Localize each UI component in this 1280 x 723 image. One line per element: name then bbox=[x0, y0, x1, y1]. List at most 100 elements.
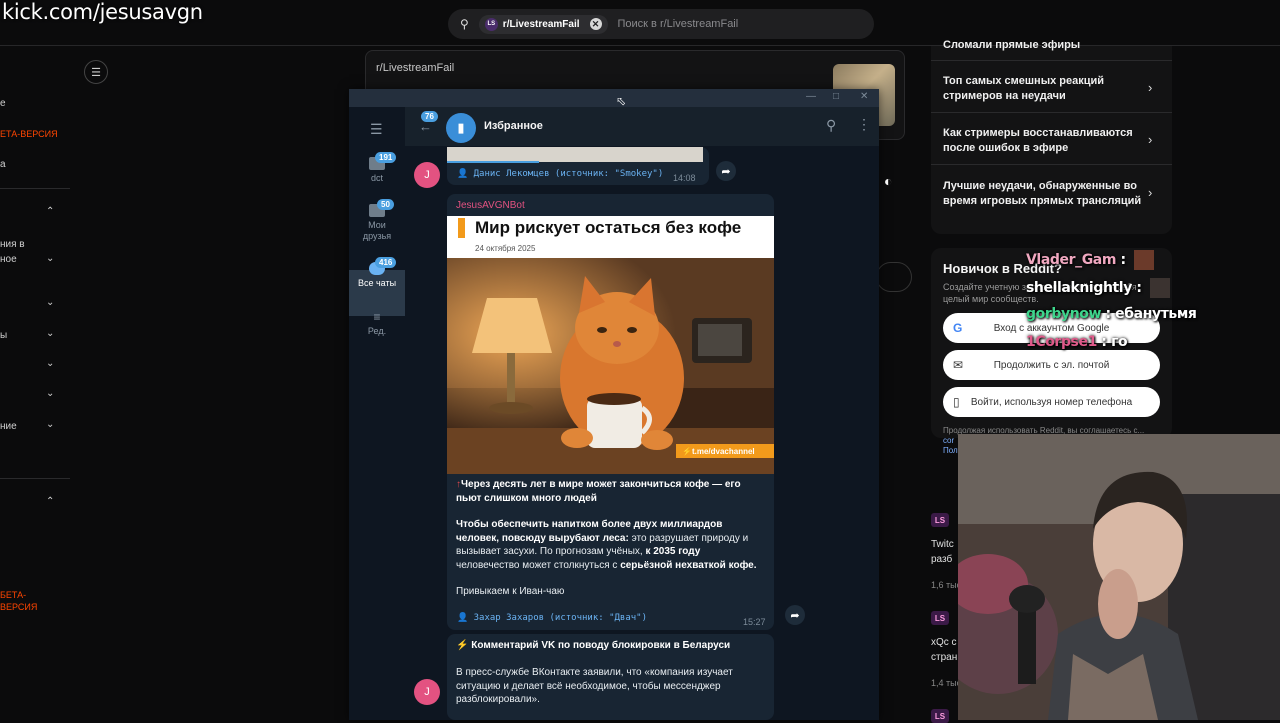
more-vertical-icon[interactable]: ⋮ bbox=[857, 116, 871, 133]
menu-icon[interactable]: ☰ bbox=[370, 121, 383, 138]
cat-coffee-illustration bbox=[447, 258, 774, 474]
chat-text: го bbox=[1111, 334, 1128, 350]
chevron-down-icon[interactable]: ⌄ bbox=[46, 328, 54, 339]
minimize-icon[interactable]: — bbox=[806, 91, 816, 102]
chat-message: 1Corpse1 : го bbox=[1026, 334, 1128, 350]
subreddit-badge[interactable]: LS bbox=[931, 513, 949, 527]
sliders-icon: ≡ bbox=[373, 310, 381, 324]
emote-icon bbox=[1150, 278, 1171, 298]
related-item[interactable]: Топ самых смешных реакций стримеров на н… bbox=[943, 74, 1143, 104]
close-icon[interactable]: ✕ bbox=[589, 18, 602, 30]
message-image-bottom bbox=[447, 147, 703, 162]
chevron-right-icon[interactable]: › bbox=[1148, 80, 1152, 95]
forward-signature: 👤 Захар Захаров (источник: "Двач") bbox=[457, 613, 648, 623]
sidebar-item[interactable]: ние bbox=[0, 421, 17, 432]
lightning-icon: ⚡ bbox=[456, 640, 469, 651]
folder-label: dct bbox=[370, 173, 383, 183]
folder-friends[interactable]: Мои друзья 50 bbox=[353, 199, 401, 242]
chevron-down-icon[interactable]: ⌄ bbox=[46, 253, 54, 264]
chat-message: gorbynow : ебанутьмя bbox=[1026, 306, 1197, 322]
related-item[interactable]: Лучшие неудачи, обнаруженные во время иг… bbox=[943, 179, 1143, 209]
message-paragraph: ⚡ Комментарий VK по поводу блокировки в … bbox=[456, 639, 761, 653]
maximize-icon[interactable]: □ bbox=[833, 91, 839, 102]
chevron-right-icon[interactable]: › bbox=[1148, 132, 1152, 147]
feed-post-title[interactable]: разб bbox=[931, 552, 952, 567]
related-item[interactable]: Как стримеры восстанавливаются после оши… bbox=[943, 126, 1143, 156]
related-item[interactable]: Сломали прямые эфиры bbox=[943, 38, 1143, 53]
sidebar-item[interactable]: е bbox=[0, 98, 6, 109]
chevron-up-icon[interactable]: ⌃ bbox=[46, 496, 54, 507]
forward-signature: 👤 Данис Лекомцев (источник: "Smokey") bbox=[457, 169, 664, 179]
phone-login-button[interactable]: ▯ Войти, используя номер телефона bbox=[943, 387, 1160, 417]
email-login-label: Продолжить с эл. почтой bbox=[993, 359, 1110, 371]
sidebar-item[interactable]: ное bbox=[0, 254, 17, 265]
media-progress bbox=[447, 161, 539, 163]
message-text: человечество может столкнуться с bbox=[456, 559, 621, 571]
sender-name[interactable]: JesusAVGNBot bbox=[456, 200, 525, 211]
collapse-sidebar-button[interactable]: ☰ bbox=[84, 60, 108, 84]
sidebar-beta-label: БЕТА- bbox=[0, 590, 27, 600]
chevron-up-icon[interactable]: ⌃ bbox=[46, 206, 54, 217]
folder-label: Все чаты bbox=[357, 278, 397, 288]
news-title: Мир рискует остаться без кофе bbox=[475, 218, 742, 237]
folders-rail: ☰ dct 191 Мои друзья 50 Все чаты 416 ≡ Р… bbox=[349, 107, 405, 720]
bookmark-icon[interactable]: ▮ bbox=[446, 113, 476, 143]
google-icon: G bbox=[953, 321, 963, 335]
sidebar-item[interactable]: ы bbox=[0, 330, 7, 341]
divider bbox=[0, 188, 70, 189]
message-paragraph: ↑Через десять лет в мире может закончить… bbox=[456, 478, 756, 505]
emote-icon bbox=[1134, 250, 1155, 270]
divider bbox=[0, 478, 70, 479]
chat-header: ← 76 ▮ Избранное ⚲ ⋮ bbox=[405, 107, 879, 147]
unread-badge: 50 bbox=[377, 199, 394, 210]
sidebar-beta-label: ЕТА-ВЕРСИЯ bbox=[0, 129, 58, 139]
chevron-down-icon[interactable]: ⌄ bbox=[46, 358, 54, 369]
sidebar-item[interactable]: ния в bbox=[0, 239, 25, 250]
divider bbox=[931, 164, 1172, 165]
sidebar-beta-label: ВЕРСИЯ bbox=[0, 602, 38, 612]
chevron-down-icon[interactable]: ⌄ bbox=[46, 388, 54, 399]
message-bold: серьёзной нехваткой кофе. bbox=[620, 559, 757, 571]
chat-message: shellaknightly : bbox=[1026, 278, 1171, 298]
volume-icon[interactable]: ◐ bbox=[884, 173, 892, 189]
sender-avatar[interactable]: J bbox=[414, 162, 440, 188]
feed-post-title[interactable]: Twitc bbox=[931, 537, 954, 552]
close-icon[interactable]: ✕ bbox=[860, 91, 868, 102]
forward-icon[interactable]: ➦ bbox=[716, 161, 736, 181]
message-bold: Комментарий VK по поводу блокировки в Бе… bbox=[471, 640, 731, 651]
chevron-down-icon[interactable]: ⌄ bbox=[46, 297, 54, 308]
folder-label: Мои друзья bbox=[362, 220, 392, 241]
feed-post-title[interactable]: стран bbox=[931, 650, 957, 665]
divider bbox=[931, 112, 1172, 113]
chat-username: shellaknightly bbox=[1026, 280, 1132, 296]
divider bbox=[931, 60, 1172, 61]
folder-edit[interactable]: ≡ Ред. bbox=[353, 310, 401, 336]
subreddit-badge[interactable]: LS bbox=[931, 709, 949, 723]
post-subreddit[interactable]: r/LivestreamFail bbox=[376, 62, 454, 74]
feed-post-title[interactable]: xQc c bbox=[931, 635, 957, 650]
window-titlebar[interactable]: — □ ✕ bbox=[349, 89, 879, 107]
search-input[interactable]: Поиск в r/LivestreamFail bbox=[618, 18, 739, 30]
sender-avatar[interactable]: J bbox=[414, 679, 440, 705]
message-time: 15:27 bbox=[743, 617, 766, 627]
reddit-search-bar[interactable]: ⚲ LS r/LivestreamFail ✕ Поиск в r/Livest… bbox=[448, 9, 874, 39]
chat-username: gorbynow bbox=[1026, 306, 1102, 322]
folder-all-chats[interactable]: Все чаты 416 bbox=[353, 257, 401, 288]
forward-icon[interactable]: ➦ bbox=[785, 605, 805, 625]
unread-badge: 76 bbox=[421, 111, 438, 122]
subreddit-chip[interactable]: LS r/LivestreamFail ✕ bbox=[478, 14, 608, 34]
subreddit-icon: LS bbox=[484, 17, 498, 31]
chevron-right-icon[interactable]: › bbox=[1148, 185, 1152, 200]
chat-title[interactable]: Избранное bbox=[484, 120, 543, 132]
feed-post-meta: 1,6 тыс bbox=[931, 580, 962, 590]
news-date: 24 октября 2025 bbox=[475, 244, 536, 253]
search-icon[interactable]: ⚲ bbox=[826, 117, 836, 134]
share-button[interactable] bbox=[876, 262, 912, 292]
sidebar-item[interactable]: а bbox=[0, 159, 6, 170]
chat-message: Vlader_Gam : bbox=[1026, 250, 1155, 270]
folder-dct[interactable]: dct 191 bbox=[353, 152, 401, 183]
email-login-button[interactable]: ✉ Продолжить с эл. почтой bbox=[943, 350, 1160, 380]
chevron-down-icon[interactable]: ⌄ bbox=[46, 419, 54, 430]
search-icon: ⚲ bbox=[460, 17, 469, 31]
subreddit-badge[interactable]: LS bbox=[931, 611, 949, 625]
